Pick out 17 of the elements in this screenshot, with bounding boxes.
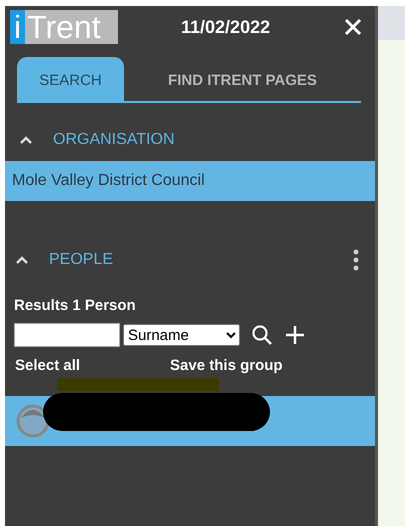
more-icon[interactable] bbox=[353, 249, 359, 271]
search-field[interactable] bbox=[14, 323, 120, 347]
date-label: 11/02/2022 bbox=[181, 16, 272, 38]
add-icon[interactable] bbox=[284, 324, 306, 346]
search-icon[interactable] bbox=[251, 324, 273, 346]
save-group-link[interactable]: Save this group bbox=[170, 357, 283, 374]
tab[interactable]: FIND ITRENT PAGES bbox=[124, 57, 361, 101]
logo: i Trent bbox=[10, 10, 118, 44]
select-all-link[interactable]: Select all bbox=[15, 357, 80, 374]
close-icon[interactable] bbox=[343, 17, 363, 37]
section-title[interactable]: PEOPLE bbox=[49, 251, 114, 269]
avatar-icon bbox=[16, 404, 50, 438]
organisation-item[interactable]: Mole Valley District Council bbox=[5, 161, 375, 201]
section-title[interactable]: ORGANISATION bbox=[53, 131, 174, 149]
results-count: Results 1 Person bbox=[14, 297, 137, 314]
tab[interactable]: SEARCH bbox=[17, 57, 124, 101]
search-type-dropdown[interactable]: Surname bbox=[123, 324, 240, 346]
